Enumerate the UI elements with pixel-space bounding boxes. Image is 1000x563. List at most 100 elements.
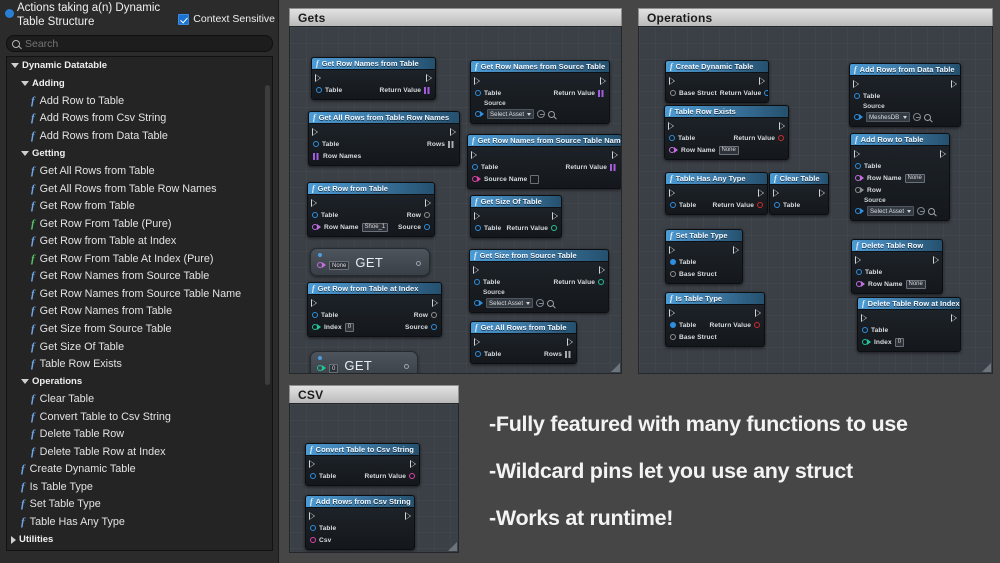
tree-item-get-row-from-table-at-index[interactable]: fGet Row from Table at Index [7, 232, 272, 250]
node-add-rows-from-data-table[interactable]: f Add Rows from Data Table Table Source … [849, 63, 961, 127]
tree-item-get-row-from-table-pure-[interactable]: fGet Row From Table (Pure) [7, 215, 272, 233]
source-asset-dropdown[interactable]: MeshesDB [866, 112, 910, 122]
tree-item-get-row-names-from-table[interactable]: fGet Row Names from Table [7, 303, 272, 321]
source-out-pin[interactable] [424, 224, 430, 230]
tree-item-convert-table-to-csv-string[interactable]: fConvert Table to Csv String [7, 408, 272, 426]
operations-panel-resize-handle[interactable] [982, 363, 991, 372]
return-value-out-pin[interactable] [764, 90, 769, 96]
table-in-pin[interactable] [475, 225, 481, 231]
exec-in-pin[interactable] [471, 151, 477, 159]
table-in-pin[interactable] [475, 351, 481, 357]
browse-asset-icon[interactable] [913, 113, 921, 121]
node-table-row-exists[interactable]: f Table Row Exists Table Return Value Ro… [664, 105, 789, 160]
tree-item-delete-table-row[interactable]: fDelete Table Row [7, 425, 272, 443]
return-value-array-pin[interactable] [424, 87, 431, 94]
exec-out-pin[interactable] [951, 80, 957, 88]
find-asset-icon[interactable] [548, 111, 555, 118]
node-convert-table-to-csv-string[interactable]: f Convert Table to Csv String Table Retu… [305, 443, 420, 486]
table-in-pin[interactable] [670, 322, 676, 328]
tree-item-is-table-type[interactable]: fIs Table Type [7, 478, 272, 496]
table-in-pin[interactable] [316, 87, 322, 93]
chevron-down-icon[interactable] [21, 379, 29, 384]
exec-in-pin[interactable] [474, 338, 480, 346]
row-out-pin[interactable] [424, 212, 430, 218]
node-delete-table-row-at-index[interactable]: f Delete Table Row at Index Table Index … [857, 297, 961, 352]
rows-array-pin[interactable] [565, 351, 572, 358]
get-out-pin[interactable] [404, 364, 409, 369]
return-value-out-pin[interactable] [598, 279, 604, 285]
exec-in-pin[interactable] [853, 80, 859, 88]
exec-in-pin[interactable] [309, 460, 315, 468]
get-out-pin[interactable] [416, 261, 421, 266]
exec-in-pin[interactable] [669, 309, 675, 317]
csv-panel-body[interactable]: f Convert Table to Csv String Table Retu… [289, 403, 459, 553]
table-in-pin[interactable] [862, 327, 868, 333]
rows-array-pin[interactable] [448, 141, 455, 148]
tree-item-get-all-rows-from-table[interactable]: fGet All Rows from Table [7, 162, 272, 180]
tree-category-variables[interactable]: Variables [7, 548, 272, 551]
base-struct-in-pin[interactable] [670, 90, 676, 96]
exec-out-pin[interactable] [410, 460, 416, 468]
gets-panel-body[interactable]: f Get Row Names from Table Table Return … [289, 26, 622, 374]
exec-in-pin[interactable] [309, 512, 315, 520]
node-get-variable-name[interactable]: None GET [310, 248, 430, 276]
exec-in-pin[interactable] [473, 266, 479, 274]
exec-out-pin[interactable] [951, 314, 957, 322]
row-name-value-field[interactable]: None [905, 174, 925, 183]
exec-in-pin[interactable] [773, 189, 779, 197]
exec-out-pin[interactable] [733, 246, 739, 254]
source-asset-dropdown[interactable]: Select Asset [487, 109, 534, 119]
table-in-pin[interactable] [310, 473, 316, 479]
return-value-out-pin[interactable] [754, 322, 760, 328]
exec-out-pin[interactable] [940, 150, 946, 158]
tree-item-add-rows-from-data-table[interactable]: fAdd Rows from Data Table [7, 127, 272, 145]
exec-out-pin[interactable] [819, 189, 825, 197]
node-get-variable-index[interactable]: 0 GET [310, 351, 418, 374]
exec-out-pin[interactable] [600, 77, 606, 85]
exec-in-pin[interactable] [669, 246, 675, 254]
tree-item-get-row-names-from-source-table-name[interactable]: fGet Row Names from Source Table Name [7, 285, 272, 303]
tree-item-set-table-type[interactable]: fSet Table Type [7, 496, 272, 514]
node-get-row-from-table[interactable]: f Get Row from Table Table Row [307, 182, 435, 237]
table-in-pin[interactable] [855, 163, 861, 169]
table-in-pin[interactable] [313, 141, 319, 147]
node-get-all-rows-from-table[interactable]: f Get All Rows from Table Table Rows [470, 321, 577, 364]
table-in-pin[interactable] [474, 279, 480, 285]
tree-category-operations[interactable]: Operations [7, 373, 272, 391]
tree-item-table-row-exists[interactable]: fTable Row Exists [7, 355, 272, 373]
find-asset-icon[interactable] [928, 208, 935, 215]
table-in-pin[interactable] [312, 312, 318, 318]
exec-out-pin[interactable] [405, 512, 411, 520]
browse-asset-icon[interactable] [917, 207, 925, 215]
exec-in-pin[interactable] [311, 199, 317, 207]
exec-out-pin[interactable] [755, 309, 761, 317]
context-sensitive-toggle[interactable]: Context Sensitive [178, 13, 275, 25]
row-names-array-pin[interactable] [313, 153, 320, 160]
table-in-pin[interactable] [472, 164, 478, 170]
tree-category-utilities[interactable]: Utilities [7, 531, 272, 549]
get-variable-value[interactable]: None [329, 261, 349, 270]
row-name-value-field[interactable]: None [906, 280, 926, 289]
base-struct-in-pin[interactable] [670, 334, 676, 340]
exec-out-pin[interactable] [432, 299, 438, 307]
node-get-size-from-source-table[interactable]: f Get Size from Source Table Table Retur… [469, 249, 609, 313]
chevron-down-icon[interactable] [21, 81, 29, 86]
base-struct-in-pin[interactable] [670, 271, 676, 277]
csv-panel-resize-handle[interactable] [448, 542, 457, 551]
tree-category-getting[interactable]: Getting [7, 145, 272, 163]
tree-item-get-row-from-table-at-index-pure-[interactable]: fGet Row From Table At Index (Pure) [7, 250, 272, 268]
chevron-down-icon[interactable] [21, 151, 29, 156]
table-in-pin[interactable] [670, 202, 676, 208]
node-get-row-from-table-at-index[interactable]: f Get Row from Table at Index Table Row [307, 282, 442, 337]
source-asset-dropdown[interactable]: Select Asset [486, 298, 533, 308]
node-get-size-of-table[interactable]: f Get Size Of Table Table Return Value [470, 195, 562, 238]
source-out-pin[interactable] [431, 324, 437, 330]
return-value-out-pin[interactable] [778, 135, 784, 141]
table-in-pin[interactable] [856, 269, 862, 275]
node-get-all-rows-from-table-row-names[interactable]: f Get All Rows from Table Row Names Tabl… [308, 111, 460, 166]
table-in-pin[interactable] [475, 90, 481, 96]
exec-out-pin[interactable] [426, 74, 432, 82]
exec-in-pin[interactable] [854, 150, 860, 158]
exec-out-pin[interactable] [779, 122, 785, 130]
exec-out-pin[interactable] [612, 151, 618, 159]
